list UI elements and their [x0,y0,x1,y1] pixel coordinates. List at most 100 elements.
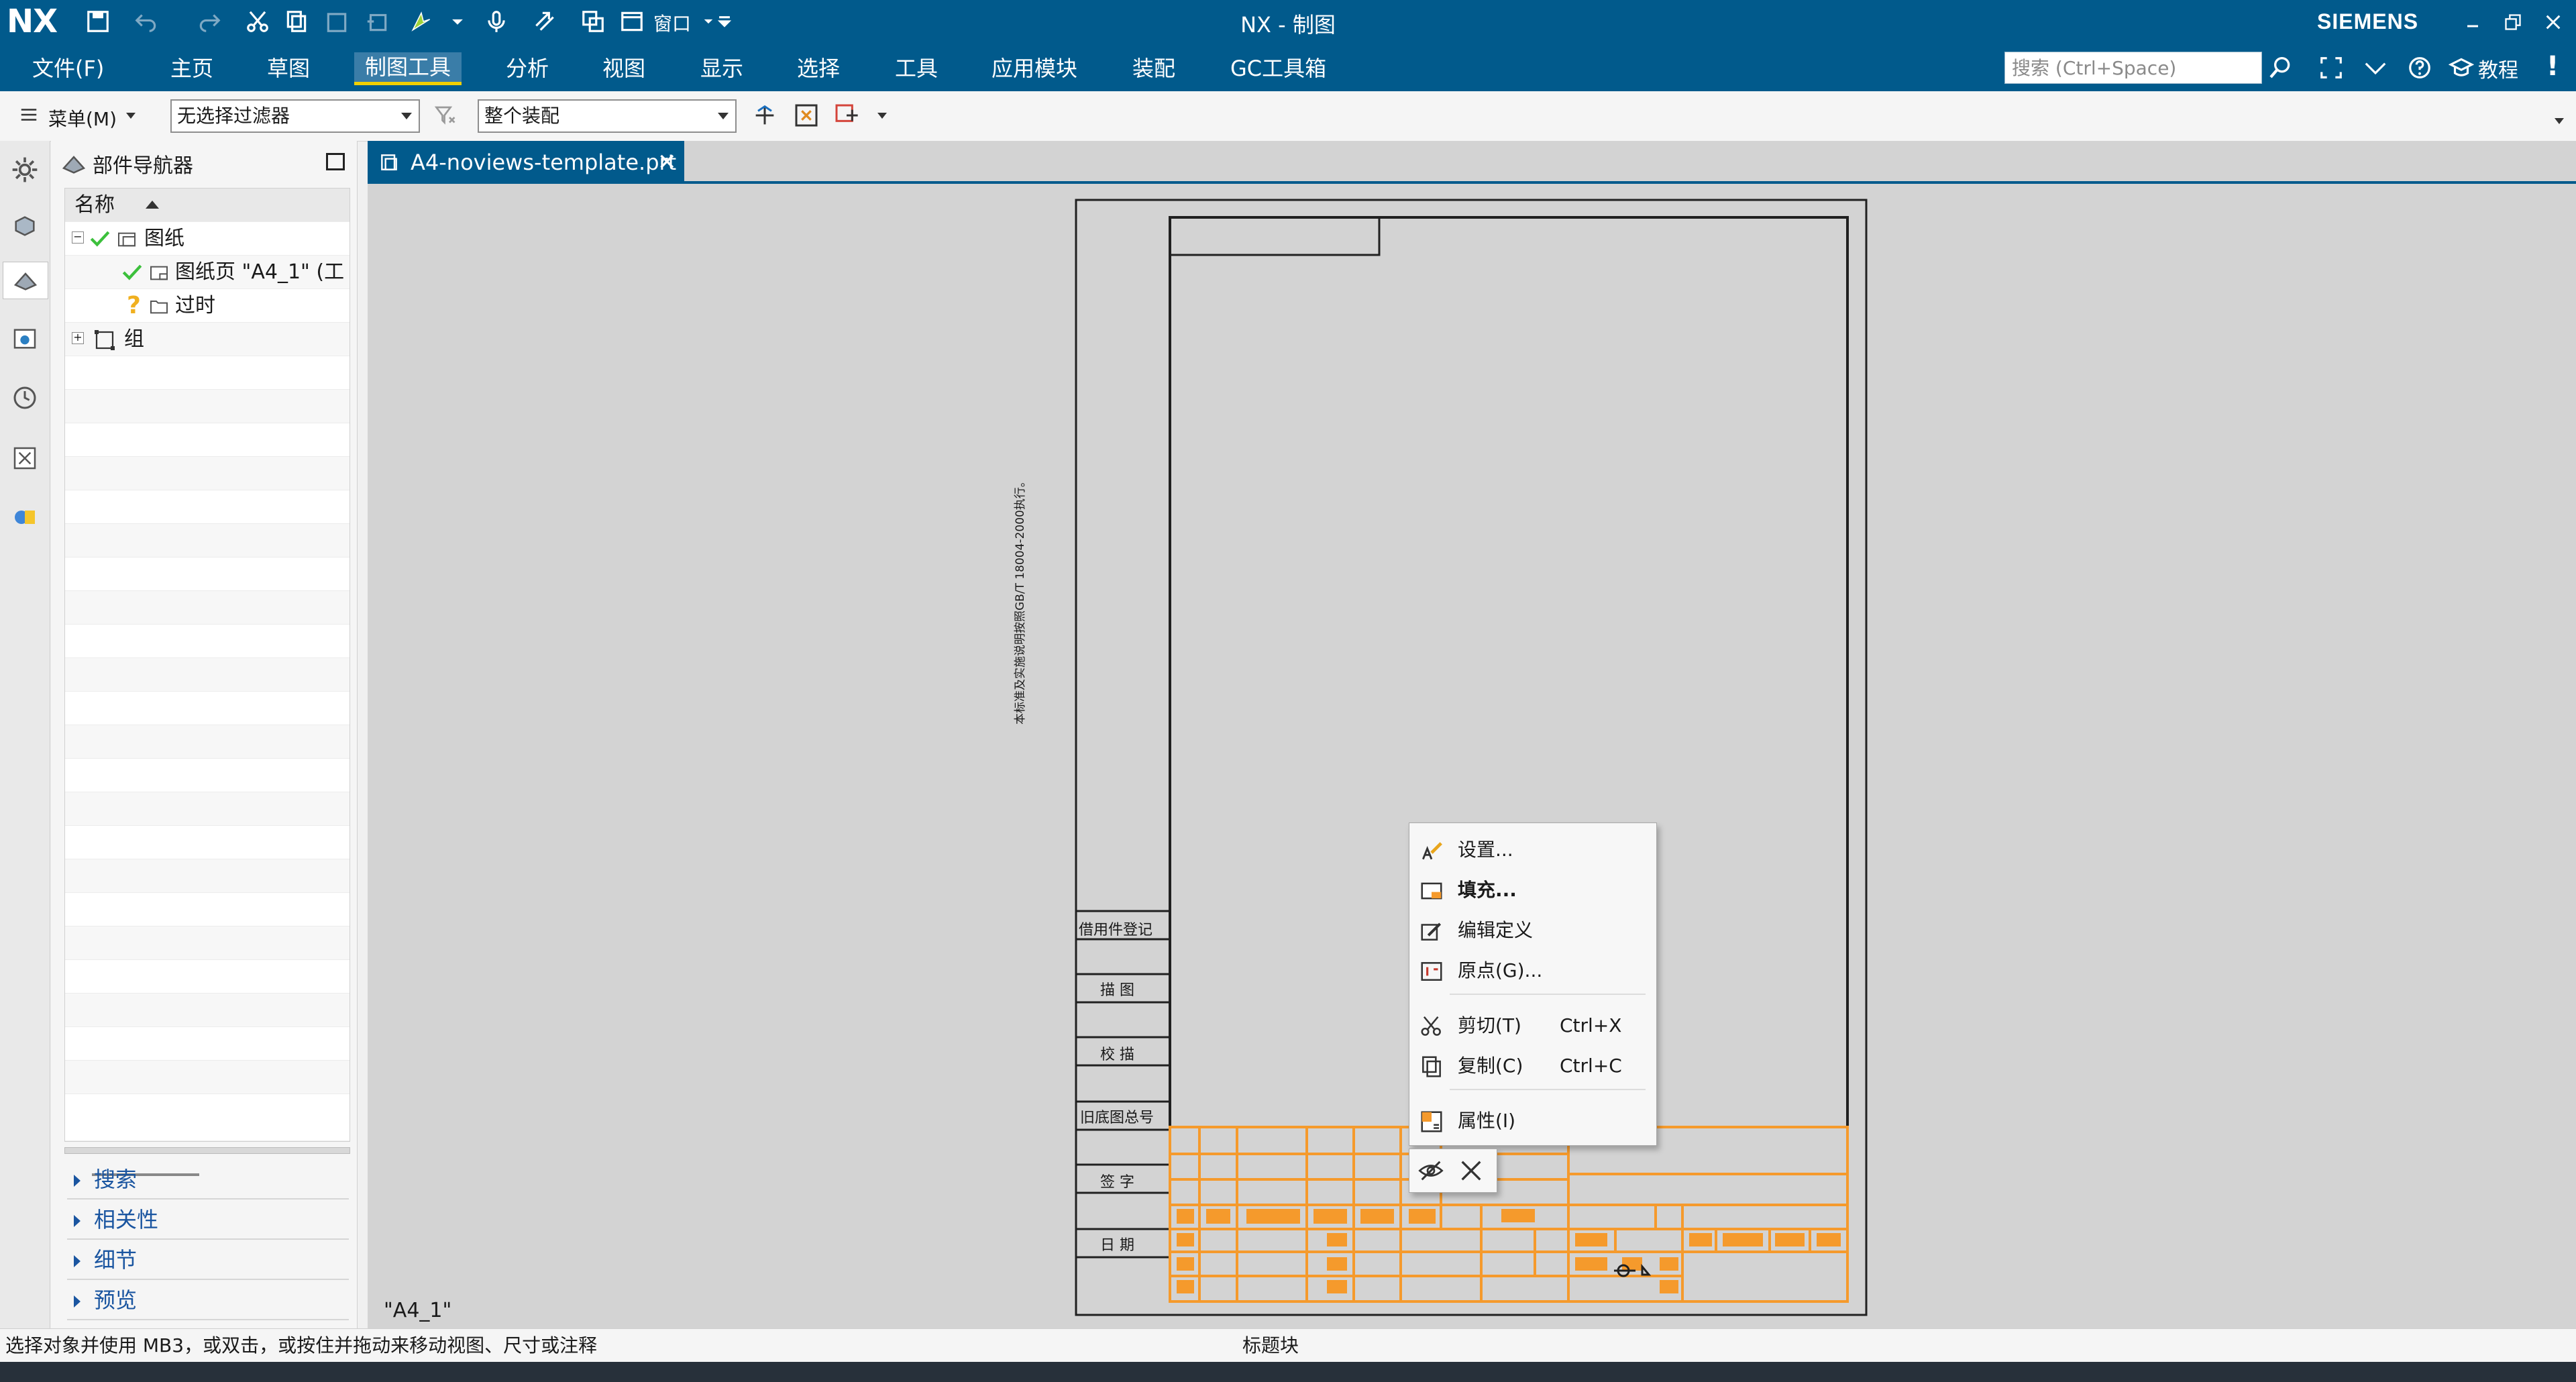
sheet-side-label: 描 图 [1100,982,1134,999]
expand-icon[interactable]: + [72,332,84,344]
snap-point-icon[interactable] [751,102,778,129]
collapse-icon[interactable]: − [72,231,84,244]
empty-row [65,893,350,926]
tree-label: 过时 [175,294,215,317]
menu-view[interactable]: 视图 [602,54,645,83]
navigator-tree: 名称 − 图纸 图纸页 "A4_1" (工 ? 过时 + 组 [64,188,350,1176]
resource-bar [0,141,50,1328]
menu-item-fill[interactable]: 填充... [1409,870,1656,910]
menu-item-label: 编辑定义 [1458,919,1534,941]
menu-item-shortcut: Ctrl+C [1560,1055,1622,1077]
tree-label: 图纸页 "A4_1" (工 [175,260,345,284]
menu-item-origin[interactable]: 原点(G)... [1409,951,1656,991]
fullscreen-icon[interactable] [2318,55,2344,81]
menu-item-settings[interactable]: 设置... [1409,830,1656,870]
tutorial-icon[interactable] [2448,55,2475,81]
section-search[interactable]: 搜索 [67,1161,349,1200]
menu-drafting-tools[interactable]: 制图工具 [354,52,462,85]
menu-gc-toolbox[interactable]: GC工具箱 [1230,54,1326,83]
part-navigator-tab-icon[interactable] [3,262,48,299]
empty-row [65,658,350,692]
menu-item-properties[interactable]: 属性(I) [1409,1101,1656,1141]
menu-file[interactable]: 文件(F) [32,54,104,83]
search-icon[interactable] [2267,54,2294,81]
section-label: 细节 [94,1247,138,1273]
menu-analysis[interactable]: 分析 [506,54,549,83]
empty-row [65,356,350,390]
part-navigator-panel: 部件导航器 名称 − 图纸 图纸页 "A4_1" (工 ? 过时 + 组 搜索 … [51,141,358,1328]
menu-assembly[interactable]: 装配 [1132,54,1175,83]
settings-pen-icon [1422,842,1442,860]
maximize-panel-icon[interactable] [326,153,345,170]
tree-row-group[interactable]: + 组 [65,323,350,356]
empty-row [65,625,350,658]
menu-select[interactable]: 选择 [797,54,840,83]
menu-item-copy[interactable]: 复制(C) Ctrl+C [1409,1046,1656,1086]
type-filter-select[interactable]: 无选择过滤器 [170,99,420,133]
menu-display[interactable]: 显示 [700,54,743,83]
menu-item-cut[interactable]: 剪切(T) Ctrl+X [1409,1006,1656,1046]
empty-row [65,457,350,490]
os-taskbar [0,1362,2576,1382]
check-icon [90,231,110,247]
alert-icon[interactable]: ! [2546,51,2559,82]
history-clock-icon[interactable] [7,380,43,416]
hamburger-icon[interactable] [19,105,39,125]
empty-row [65,926,350,960]
scope-select[interactable]: 整个装配 [478,99,737,133]
tree-row-outdated[interactable]: ? 过时 [65,289,350,323]
assembly-navigator-icon[interactable] [7,208,43,244]
question-icon: ? [127,292,141,319]
filter-icon[interactable] [433,103,458,127]
section-details[interactable]: 细节 [67,1241,349,1280]
process-studio-icon[interactable] [7,440,43,476]
panel-splitter[interactable] [64,1147,350,1154]
edit-definition-icon [1421,922,1442,941]
tree-label: 图纸 [144,227,184,250]
close-icon[interactable] [2533,4,2573,40]
properties-icon [1421,1111,1442,1132]
column-header-row[interactable]: 名称 [65,189,350,222]
tree-row-sheet[interactable]: 图纸页 "A4_1" (工 [65,256,350,289]
empty-row [65,490,350,524]
selection-mode-dropdown-icon[interactable] [877,113,887,119]
menu-item-label: 填充... [1458,879,1517,901]
restore-icon[interactable] [2493,4,2533,40]
section-dependencies[interactable]: 相关性 [67,1201,349,1240]
tree-row-drawing[interactable]: − 图纸 [65,222,350,256]
menu-sketch[interactable]: 草图 [267,54,310,83]
status-prompt: 选择对象并使用 MB3，或双击，或按住并拖动来移动视图、尺寸或注释 [5,1334,598,1357]
settings-gear-icon[interactable] [7,152,43,188]
tutorial-label[interactable]: 教程 [2478,54,2518,83]
menu-dropdown-icon[interactable] [126,113,136,119]
menu-home[interactable]: 主页 [170,54,213,83]
minimize-icon[interactable] [2453,4,2493,40]
toolbar-overflow-icon[interactable] [2555,118,2564,124]
select-in-view-icon[interactable] [793,102,820,129]
section-preview[interactable]: 预览 [67,1281,349,1320]
menu-tools[interactable]: 工具 [895,54,938,83]
command-search-input[interactable]: 搜索 (Ctrl+Space) [2004,52,2262,84]
hide-icon[interactable] [1417,1157,1444,1184]
section-label: 预览 [94,1287,138,1313]
sheet-icon [150,266,168,280]
delete-icon[interactable] [1458,1157,1485,1184]
ribbon-options-icon[interactable] [2363,55,2388,81]
menu-application[interactable]: 应用模块 [991,54,1077,83]
web-browser-icon[interactable] [7,321,43,357]
cut-icon [1421,1016,1441,1036]
menu-button[interactable]: 菜单(M) [48,105,117,131]
context-menu: 设置... 填充... 编辑定义 原点(G)... 剪切(T) Ctrl+X 复… [1409,822,1657,1146]
fill-icon [1421,882,1442,900]
menu-item-edit-definition[interactable]: 编辑定义 [1409,910,1656,951]
sort-ascending-icon[interactable] [146,201,159,209]
mini-toolbar [1409,1149,1497,1193]
role-palette-icon[interactable] [7,499,43,535]
empty-row [65,826,350,859]
empty-row [65,1061,350,1094]
scroll-area [65,1094,350,1141]
sheet-name-label: "A4_1" [384,1299,452,1322]
menu-item-label: 原点(G)... [1458,959,1543,981]
help-icon[interactable] [2407,55,2432,81]
selection-mode-icon[interactable] [833,102,860,129]
